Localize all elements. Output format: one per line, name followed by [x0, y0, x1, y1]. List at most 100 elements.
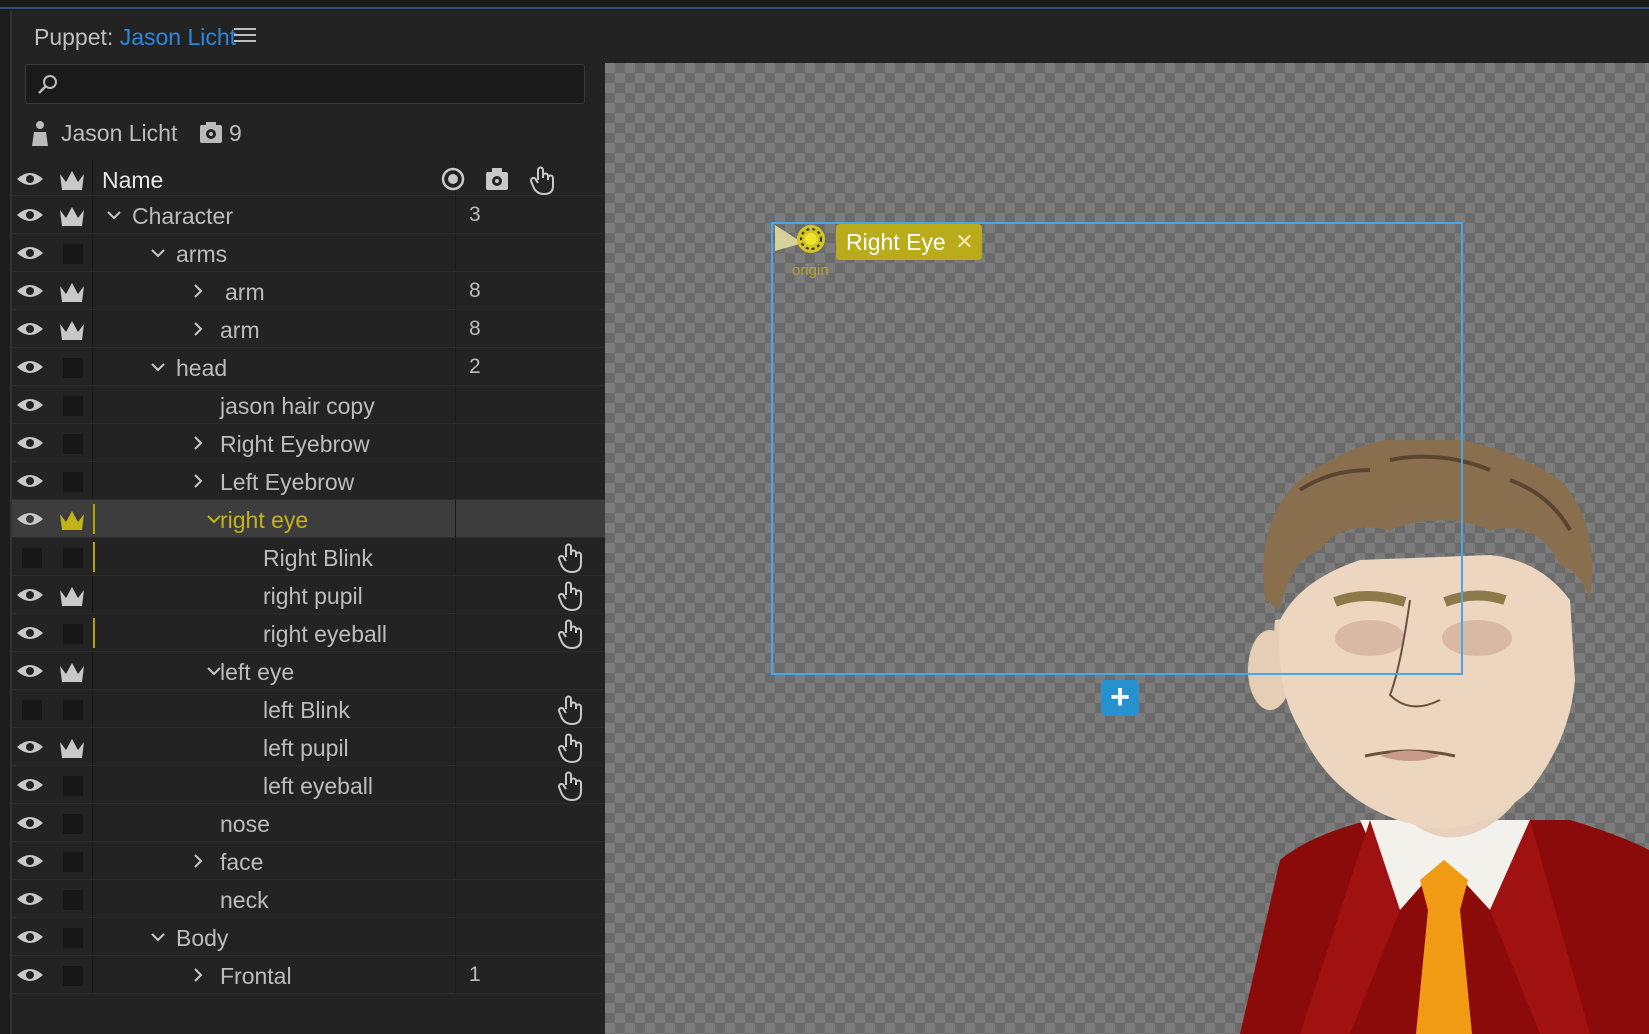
- search-input[interactable]: [25, 64, 585, 104]
- crown-toggle-empty[interactable]: [63, 890, 83, 910]
- crown-toggle-empty[interactable]: [63, 814, 83, 834]
- handle-icon[interactable]: [556, 542, 584, 574]
- eye-icon[interactable]: [16, 737, 44, 757]
- eye-icon[interactable]: [16, 623, 44, 643]
- eye-icon[interactable]: [16, 813, 44, 833]
- column-divider: [455, 880, 456, 917]
- layer-row[interactable]: jason hair copy: [12, 386, 605, 424]
- crown-icon[interactable]: [58, 318, 86, 342]
- chevron-right-icon[interactable]: [190, 321, 206, 337]
- layer-row[interactable]: Left Eyebrow: [12, 462, 605, 500]
- layer-row[interactable]: arm 8: [12, 310, 605, 348]
- chevron-right-icon[interactable]: [190, 853, 206, 869]
- eye-icon[interactable]: [16, 205, 44, 225]
- column-divider: [455, 690, 456, 727]
- layer-row-selected[interactable]: right eye: [12, 500, 605, 538]
- hamburger-menu-icon[interactable]: [234, 25, 256, 45]
- crown-column-icon[interactable]: [58, 168, 86, 192]
- visibility-column-icon[interactable]: [16, 169, 44, 189]
- crown-icon[interactable]: [58, 584, 86, 608]
- visibility-toggle-off[interactable]: [22, 548, 42, 568]
- chevron-right-icon[interactable]: [190, 435, 206, 451]
- crown-icon[interactable]: [58, 280, 86, 304]
- crown-toggle-empty[interactable]: [63, 358, 83, 378]
- crown-toggle-empty[interactable]: [63, 776, 83, 796]
- crown-toggle-empty[interactable]: [63, 852, 83, 872]
- eye-icon[interactable]: [16, 243, 44, 263]
- eye-icon[interactable]: [16, 661, 44, 681]
- eye-icon[interactable]: [16, 357, 44, 377]
- eye-icon[interactable]: [16, 433, 44, 453]
- eye-icon[interactable]: [16, 281, 44, 301]
- layer-row[interactable]: Right Blink: [12, 538, 605, 576]
- layer-row[interactable]: left eyeball: [12, 766, 605, 804]
- chevron-right-icon[interactable]: [190, 473, 206, 489]
- chevron-down-icon[interactable]: [150, 245, 166, 261]
- eye-icon[interactable]: [16, 775, 44, 795]
- crown-icon[interactable]: [58, 660, 86, 684]
- chevron-right-icon[interactable]: [190, 967, 206, 983]
- eye-icon[interactable]: [16, 509, 44, 529]
- eye-icon[interactable]: [16, 851, 44, 871]
- layer-row[interactable]: neck: [12, 880, 605, 918]
- chevron-down-icon[interactable]: [150, 929, 166, 945]
- crown-toggle-empty[interactable]: [63, 396, 83, 416]
- crown-toggle-empty[interactable]: [63, 244, 83, 264]
- origin-handle-icon[interactable]: [773, 221, 839, 257]
- layer-row[interactable]: right eyeball: [12, 614, 605, 652]
- eye-icon[interactable]: [16, 471, 44, 491]
- handle-icon[interactable]: [556, 618, 584, 650]
- crown-toggle-empty[interactable]: [63, 624, 83, 644]
- name-column-header[interactable]: Name: [102, 167, 163, 194]
- eye-icon[interactable]: [16, 585, 44, 605]
- layer-row[interactable]: head 2: [12, 348, 605, 386]
- crown-toggle-empty[interactable]: [63, 548, 83, 568]
- layer-row[interactable]: Body: [12, 918, 605, 956]
- layer-row[interactable]: right pupil: [12, 576, 605, 614]
- eye-icon[interactable]: [16, 319, 44, 339]
- chevron-right-icon[interactable]: [190, 283, 206, 299]
- layer-row[interactable]: arm 8: [12, 272, 605, 310]
- layer-row[interactable]: Character 3: [12, 196, 605, 234]
- column-divider: [455, 462, 456, 499]
- crown-toggle-empty[interactable]: [63, 928, 83, 948]
- layer-row[interactable]: face: [12, 842, 605, 880]
- layer-name: neck: [220, 887, 269, 913]
- crown-toggle-empty[interactable]: [63, 434, 83, 454]
- chevron-down-icon[interactable]: [106, 207, 122, 223]
- add-button[interactable]: +: [1101, 680, 1139, 716]
- crown-icon[interactable]: [58, 204, 86, 228]
- crown-icon[interactable]: [58, 736, 86, 760]
- layer-row[interactable]: nose: [12, 804, 605, 842]
- crown-icon[interactable]: [58, 508, 86, 532]
- handle-icon[interactable]: [556, 580, 584, 612]
- selection-bounding-box[interactable]: [771, 222, 1463, 675]
- handle-tag[interactable]: Right Eye ✕: [836, 224, 982, 260]
- handle-column-icon[interactable]: [528, 166, 556, 196]
- visibility-toggle-off[interactable]: [22, 700, 42, 720]
- crown-toggle-empty[interactable]: [63, 700, 83, 720]
- eye-icon[interactable]: [16, 395, 44, 415]
- eye-icon[interactable]: [16, 889, 44, 909]
- eye-icon[interactable]: [16, 965, 44, 985]
- close-icon[interactable]: ✕: [955, 224, 973, 260]
- record-column-icon[interactable]: [440, 166, 466, 192]
- behaviors-column-icon[interactable]: [484, 166, 510, 192]
- layer-row[interactable]: left Blink: [12, 690, 605, 728]
- eye-icon[interactable]: [16, 927, 44, 947]
- layer-row[interactable]: Frontal 1: [12, 956, 605, 994]
- column-divider: [92, 196, 93, 233]
- crown-toggle-empty[interactable]: [63, 472, 83, 492]
- layer-row[interactable]: Right Eyebrow: [12, 424, 605, 462]
- handle-icon[interactable]: [556, 770, 584, 802]
- layer-name: left eye: [220, 659, 295, 685]
- layer-row[interactable]: left pupil: [12, 728, 605, 766]
- handle-icon[interactable]: [556, 694, 584, 726]
- layer-name: right eye: [220, 507, 309, 533]
- handle-icon[interactable]: [556, 732, 584, 764]
- crown-toggle-empty[interactable]: [63, 966, 83, 986]
- puppet-name-link[interactable]: Jason Licht: [120, 24, 236, 50]
- layer-row[interactable]: left eye: [12, 652, 605, 690]
- layer-row[interactable]: arms: [12, 234, 605, 272]
- chevron-down-icon[interactable]: [150, 359, 166, 375]
